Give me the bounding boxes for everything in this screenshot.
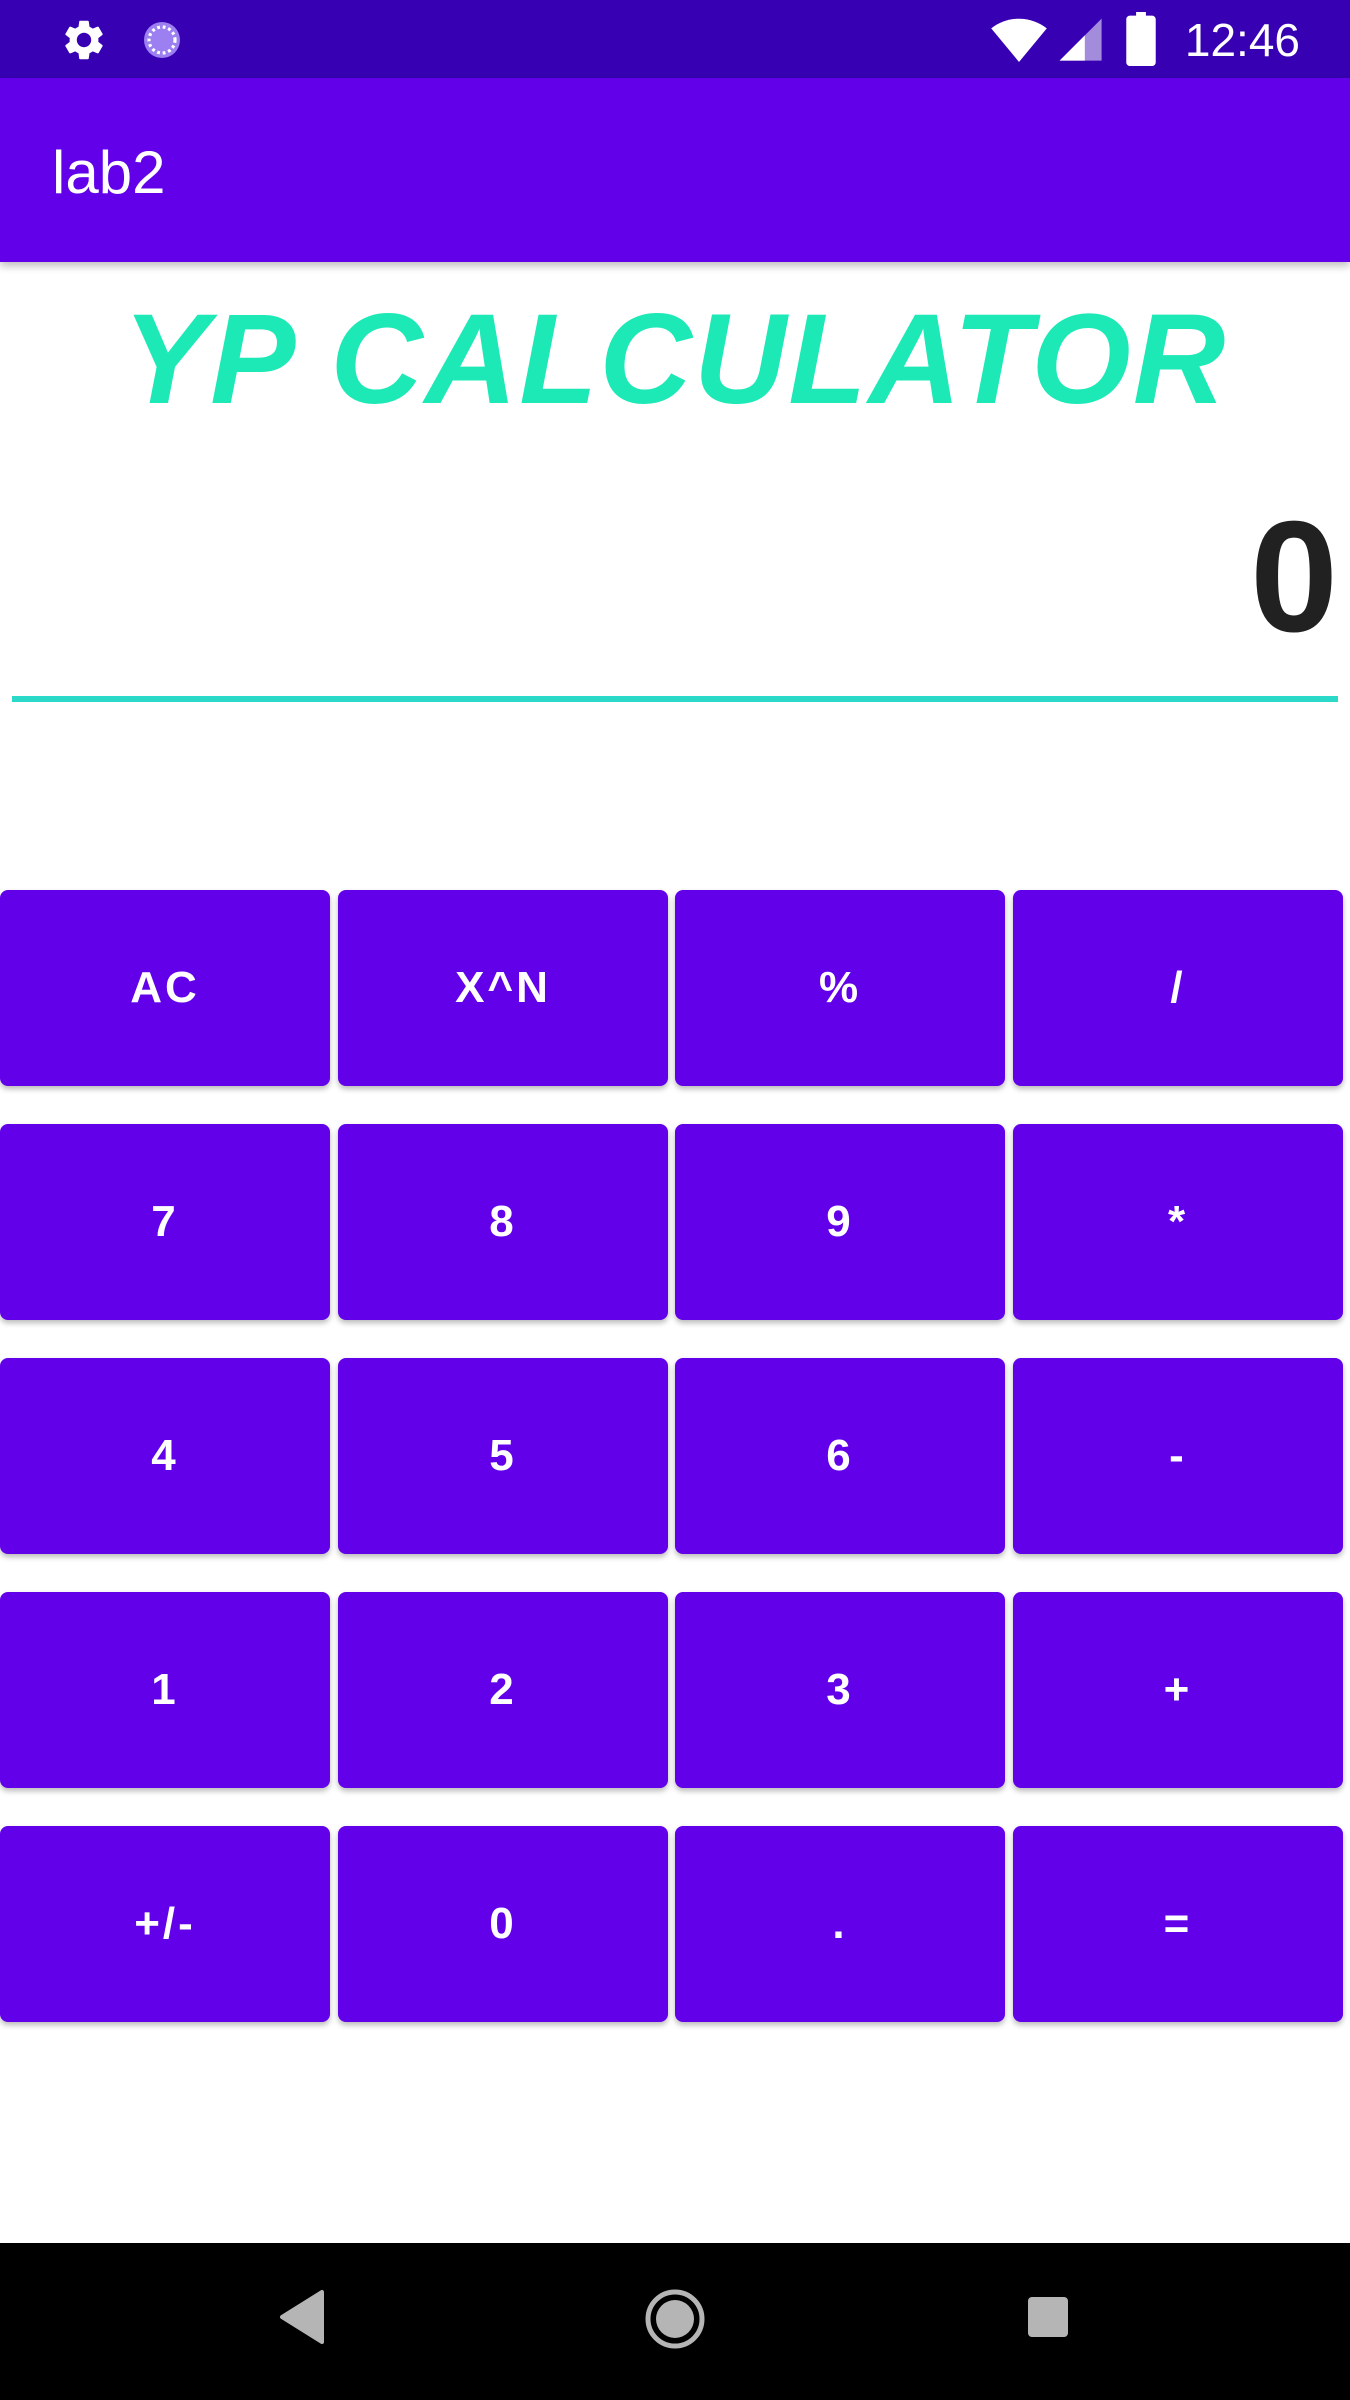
- key-power-button[interactable]: X^N: [338, 890, 668, 1086]
- key-digit-1-button[interactable]: 1: [0, 1592, 330, 1788]
- sync-icon: [144, 22, 180, 58]
- key-clear-button[interactable]: AC: [0, 890, 330, 1086]
- gear-icon: [65, 20, 103, 60]
- recents-icon[interactable]: [1026, 2295, 1070, 2339]
- key-digit-6-button[interactable]: 6: [675, 1358, 1005, 1554]
- battery-icon: [1126, 12, 1156, 66]
- key-digit-7-button[interactable]: 7: [0, 1124, 330, 1320]
- home-icon[interactable]: [643, 2287, 707, 2351]
- key-multiply-button[interactable]: *: [1013, 1124, 1343, 1320]
- key-digit-3-button[interactable]: 3: [675, 1592, 1005, 1788]
- result-display: 0: [1250, 489, 1338, 665]
- key-divide-button[interactable]: /: [1013, 890, 1343, 1086]
- back-icon[interactable]: [278, 2288, 326, 2346]
- key-equals-button[interactable]: =: [1013, 1826, 1343, 2022]
- key-negate-button[interactable]: +/-: [0, 1826, 330, 2022]
- key-digit-0-button[interactable]: 0: [338, 1826, 668, 2022]
- key-percent-button[interactable]: %: [675, 890, 1005, 1086]
- key-add-button[interactable]: +: [1013, 1592, 1343, 1788]
- key-digit-5-button[interactable]: 5: [338, 1358, 668, 1554]
- key-subtract-button[interactable]: -: [1013, 1358, 1343, 1554]
- navigation-bar: [0, 2243, 1350, 2400]
- status-time: 12:46: [1184, 14, 1300, 66]
- app-title: lab2: [52, 139, 166, 206]
- key-decimal-button[interactable]: .: [675, 1826, 1005, 2022]
- key-digit-2-button[interactable]: 2: [338, 1592, 668, 1788]
- key-digit-8-button[interactable]: 8: [338, 1124, 668, 1320]
- wifi-icon: [991, 18, 1047, 62]
- app-bar: lab2: [0, 78, 1350, 262]
- status-bar: 12:46: [0, 0, 1350, 78]
- display-underline: [12, 696, 1338, 702]
- key-digit-4-button[interactable]: 4: [0, 1358, 330, 1554]
- signal-icon: [1059, 18, 1102, 61]
- calculator-title: YP CALCULATOR: [122, 288, 1228, 431]
- key-digit-9-button[interactable]: 9: [675, 1124, 1005, 1320]
